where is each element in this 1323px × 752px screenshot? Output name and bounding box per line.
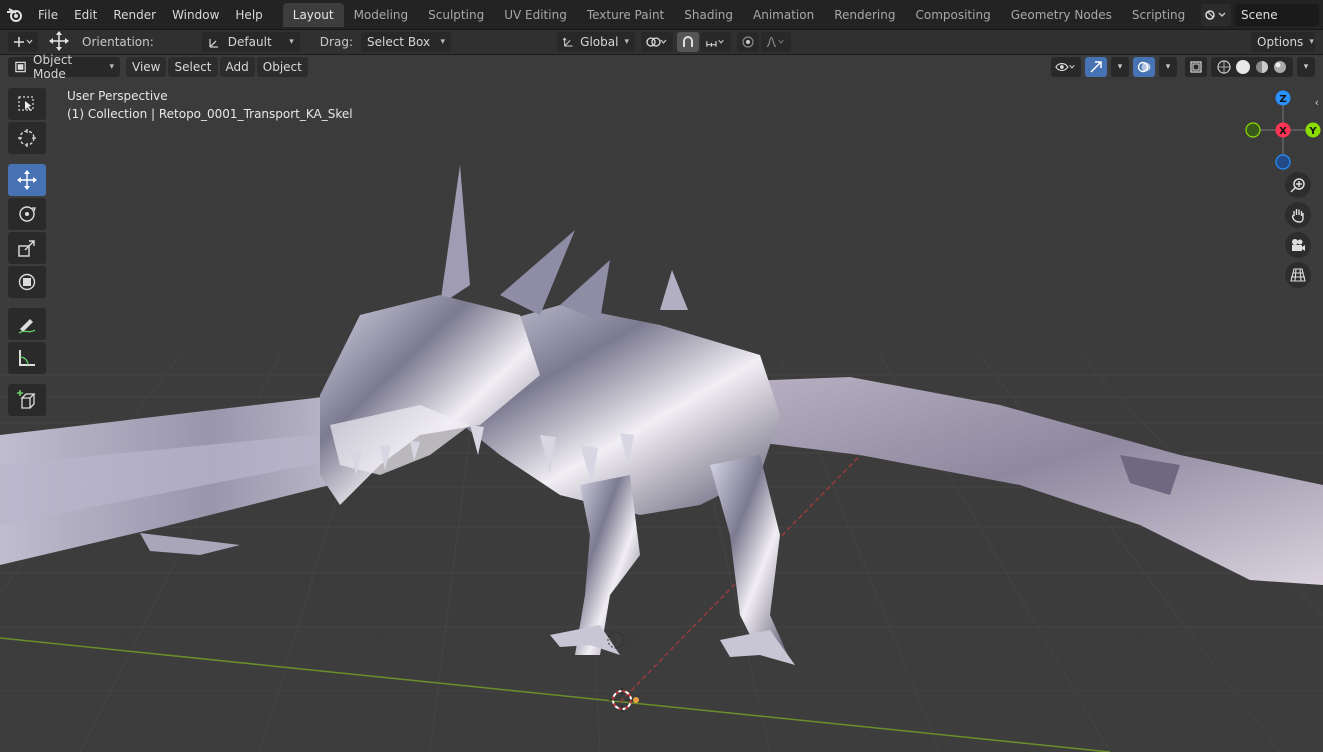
tab-sculpting[interactable]: Sculpting — [418, 3, 494, 27]
workspace-tabs: Layout Modeling Sculpting UV Editing Tex… — [282, 2, 1220, 27]
tab-texture-paint[interactable]: Texture Paint — [577, 3, 674, 27]
collection-info-label: (1) Collection | Retopo_0001_Transport_K… — [67, 107, 353, 121]
navigation-gizmo[interactable]: Z X Y — [1223, 88, 1323, 178]
gizmo-y-label: Y — [1308, 126, 1317, 137]
view-name-label: User Perspective — [67, 89, 168, 103]
scene-browse-icon[interactable] — [1201, 4, 1231, 26]
mode-value: Object Mode — [33, 53, 73, 81]
tool-icon-dropdown[interactable] — [8, 32, 38, 52]
gizmo-neg-y-axis[interactable] — [1245, 122, 1261, 138]
tab-rendering[interactable]: Rendering — [824, 3, 905, 27]
overlays-toggle-icon[interactable] — [1133, 57, 1155, 77]
solid-shading-icon[interactable] — [1235, 59, 1251, 75]
orientation-label: Orientation: — [82, 35, 154, 49]
options-dropdown[interactable]: Options ▾ — [1251, 32, 1315, 52]
shading-options-icon[interactable]: ▾ — [1297, 57, 1315, 77]
tab-shading[interactable]: Shading — [674, 3, 743, 27]
gizmo-neg-z-axis[interactable] — [1275, 154, 1291, 170]
chevron-down-icon: ▾ — [1309, 37, 1314, 47]
gizmo-toggle-icon[interactable] — [1085, 57, 1107, 77]
tab-modeling[interactable]: Modeling — [344, 3, 419, 27]
chevron-down-icon: ▾ — [440, 37, 445, 47]
viewport-header: Object Mode ▾ View Select Add Object ▾ ▾… — [0, 53, 1323, 81]
move-tool-icon — [48, 30, 70, 55]
blender-logo-icon[interactable] — [0, 0, 30, 30]
gizmo-x-label: X — [1279, 126, 1287, 137]
pivot-point-icon[interactable] — [640, 32, 673, 52]
drag-label: Drag: — [319, 35, 353, 49]
menu-object[interactable]: Object — [256, 57, 308, 77]
options-label: Options — [1257, 35, 1304, 49]
chevron-down-icon: ▾ — [289, 37, 294, 47]
menu-add[interactable]: Add — [219, 57, 255, 77]
orientation-dropdown[interactable]: Default ▾ — [201, 32, 300, 52]
move-tool-button-icon[interactable] — [8, 164, 46, 196]
tab-uv-editing[interactable]: UV Editing — [494, 3, 577, 27]
cursor-tool-icon[interactable] — [8, 122, 46, 154]
menu-select[interactable]: Select — [168, 57, 218, 77]
drag-dropdown[interactable]: Select Box ▾ — [360, 32, 451, 52]
orientation-icon — [209, 39, 218, 48]
top-bar: File Edit Render Window Help Layout Mode… — [0, 0, 1323, 30]
tab-scripting[interactable]: Scripting — [1122, 3, 1195, 27]
tool-shelf — [8, 88, 50, 418]
tab-geometry-nodes[interactable]: Geometry Nodes — [1001, 3, 1122, 27]
select-box-tool-icon[interactable] — [8, 88, 46, 120]
falloff-curve-icon[interactable] — [760, 32, 791, 52]
object-mode-icon — [15, 61, 26, 73]
shading-mode-group — [1211, 57, 1293, 77]
snap-toggle-icon[interactable] — [676, 32, 699, 52]
drag-value: Select Box — [366, 35, 431, 49]
menu-help[interactable]: Help — [227, 3, 270, 27]
chevron-down-icon: ▾ — [624, 37, 629, 47]
xray-toggle-icon[interactable] — [1185, 57, 1207, 77]
pan-hand-icon[interactable] — [1285, 202, 1311, 228]
camera-view-icon[interactable] — [1285, 232, 1311, 258]
overlays-options-icon[interactable]: ▾ — [1159, 57, 1177, 77]
sidebar-collapse-icon[interactable]: ‹ — [1315, 96, 1319, 109]
menu-edit[interactable]: Edit — [66, 3, 105, 27]
gizmo-options-icon[interactable]: ▾ — [1111, 57, 1129, 77]
rotate-tool-icon[interactable] — [8, 198, 46, 230]
tab-compositing[interactable]: Compositing — [905, 3, 1000, 27]
transform-orientation-dropdown[interactable]: Global ▾ — [556, 32, 635, 52]
global-orientation-icon — [562, 37, 573, 47]
transform-orientation-value: Global — [580, 35, 619, 49]
orientation-value: Default — [227, 35, 272, 49]
menu-render[interactable]: Render — [105, 3, 164, 27]
chevron-down-icon: ▾ — [109, 62, 114, 72]
3d-viewport[interactable]: User Perspective (1) Collection | Retopo… — [0, 55, 1323, 752]
visibility-icon[interactable] — [1051, 57, 1081, 77]
menu-file[interactable]: File — [30, 3, 66, 27]
proportional-edit-icon[interactable] — [736, 32, 759, 52]
wireframe-shading-icon[interactable] — [1217, 60, 1231, 74]
scale-tool-icon[interactable] — [8, 232, 46, 264]
viewport-scene — [0, 55, 1323, 752]
measure-tool-icon[interactable] — [8, 342, 46, 374]
tool-settings-header: Orientation: Default ▾ Drag: Select Box … — [0, 30, 1323, 54]
material-shading-icon[interactable] — [1255, 60, 1269, 74]
scene-name-field[interactable]: Scene — [1235, 4, 1319, 26]
perspective-toggle-icon[interactable] — [1285, 262, 1311, 288]
gizmo-z-label: Z — [1279, 94, 1286, 105]
menu-view[interactable]: View — [126, 57, 167, 77]
tab-layout[interactable]: Layout — [282, 2, 344, 27]
annotate-tool-icon[interactable] — [8, 308, 46, 340]
mode-dropdown[interactable]: Object Mode ▾ — [8, 53, 120, 81]
scene-selector: Scene — [1201, 4, 1319, 26]
transform-tool-icon[interactable] — [8, 266, 46, 298]
snap-target-icon[interactable] — [700, 32, 731, 52]
zoom-icon[interactable] — [1285, 172, 1311, 198]
tab-animation[interactable]: Animation — [743, 3, 824, 27]
rendered-shading-icon[interactable] — [1273, 60, 1287, 74]
menu-window[interactable]: Window — [164, 3, 227, 27]
add-cube-tool-icon[interactable] — [8, 384, 46, 416]
